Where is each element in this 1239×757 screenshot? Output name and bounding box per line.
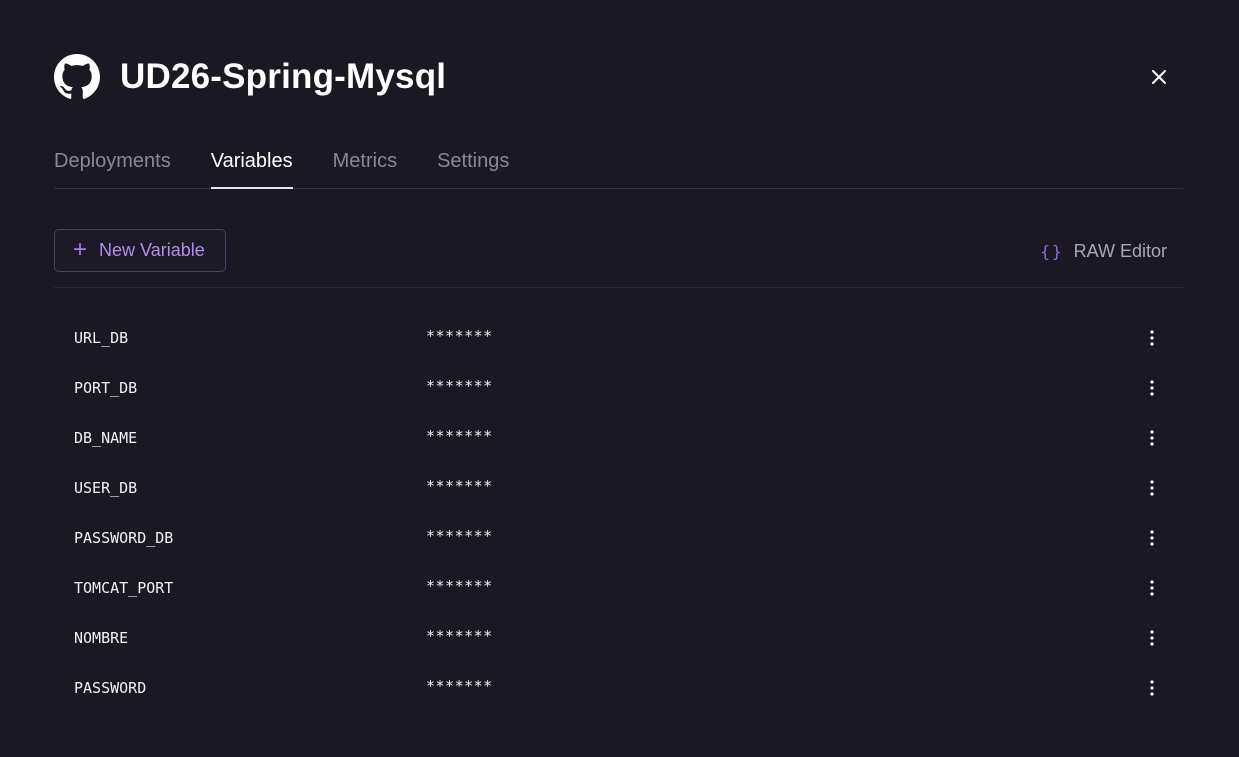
variable-value[interactable]: ******* [426,377,493,395]
more-options-icon[interactable] [1141,626,1163,650]
variable-name: USER_DB [74,479,138,497]
more-options-icon[interactable] [1141,376,1163,400]
variable-row[interactable]: USER_DB ******* [54,463,1183,513]
variable-value[interactable]: ******* [426,577,493,595]
more-options-icon[interactable] [1141,576,1163,600]
variable-row[interactable]: PORT_DB ******* [54,363,1183,413]
more-options-icon[interactable] [1141,326,1163,350]
variable-value[interactable]: ******* [426,427,493,445]
panel-header: UD26-Spring-Mysql [54,52,1185,102]
braces-icon: {} [1040,241,1064,261]
service-panel: UD26-Spring-Mysql Deployments Variables … [0,0,1239,757]
variable-value[interactable]: ******* [426,327,493,345]
variable-value[interactable]: ******* [426,477,493,495]
variable-value[interactable]: ******* [426,527,493,545]
variable-name: PASSWORD [74,679,147,697]
more-options-icon[interactable] [1141,426,1163,450]
variable-row[interactable]: TOMCAT_PORT ******* [54,563,1183,613]
variable-name: DB_NAME [74,429,138,447]
tab-settings[interactable]: Settings [437,135,509,188]
variable-row[interactable]: PASSWORD ******* [54,663,1183,713]
variable-row[interactable]: PASSWORD_DB ******* [54,513,1183,563]
more-options-icon[interactable] [1141,476,1163,500]
variable-row[interactable]: DB_NAME ******* [54,413,1183,463]
variables-toolbar: + New Variable {} RAW Editor [54,229,1183,288]
new-variable-label: New Variable [99,240,205,260]
raw-editor-button[interactable]: {} RAW Editor [1040,239,1167,263]
variable-row[interactable]: NOMBRE ******* [54,613,1183,663]
close-icon[interactable] [1147,65,1171,89]
tab-bar: Deployments Variables Metrics Settings [54,135,1183,189]
more-options-icon[interactable] [1141,676,1163,700]
variable-value[interactable]: ******* [426,627,493,645]
page-title: UD26-Spring-Mysql [120,57,447,96]
variable-name: PASSWORD_DB [74,529,174,547]
raw-editor-label: RAW Editor [1073,240,1167,261]
variable-name: PORT_DB [74,379,138,397]
variable-row[interactable]: URL_DB ******* [54,313,1183,363]
more-options-icon[interactable] [1141,526,1163,550]
plus-icon: + [73,235,88,263]
tab-deployments[interactable]: Deployments [54,135,171,188]
tab-variables[interactable]: Variables [210,135,293,189]
variable-name: URL_DB [74,329,129,347]
tab-metrics[interactable]: Metrics [333,135,397,188]
variable-name: TOMCAT_PORT [74,579,174,597]
variable-name: NOMBRE [74,629,129,647]
github-icon [54,54,100,100]
variables-list: URL_DB ******* PORT_DB ******* DB_NAME *… [54,313,1183,713]
variable-value[interactable]: ******* [426,677,493,695]
new-variable-button[interactable]: + New Variable [54,229,226,272]
